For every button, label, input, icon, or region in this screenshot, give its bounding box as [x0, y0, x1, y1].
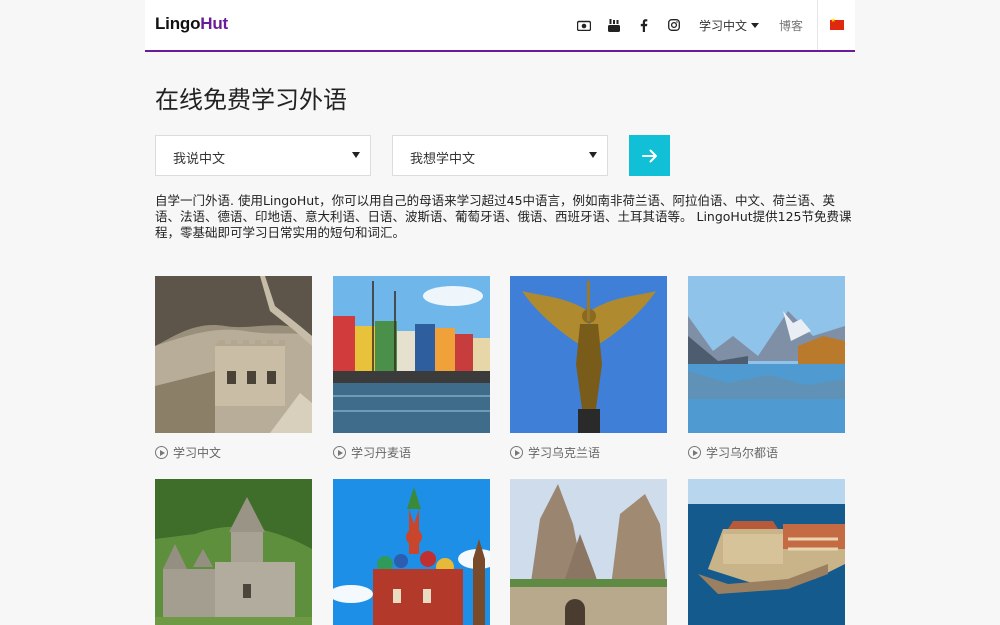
intro-description: 自学一门外语. 使用LingoHut，你可以用自己的母语来学习超过45中语言，例… [155, 193, 852, 240]
rock-fortress-image [510, 479, 667, 625]
facebook-icon[interactable] [629, 0, 659, 50]
golden-angel-statue-image [510, 276, 667, 433]
great-wall-image [155, 276, 312, 433]
play-icon [155, 446, 168, 459]
language-card[interactable] [333, 479, 490, 625]
dropdown-caret-icon [589, 152, 597, 158]
language-card[interactable] [510, 479, 667, 625]
language-menu-label: 学习中文 [698, 18, 747, 33]
header-nav: 学习中文 博客 [569, 0, 855, 50]
go-button[interactable] [629, 135, 670, 176]
st-basils-cathedral-image [333, 479, 490, 625]
language-flag-button[interactable] [817, 0, 855, 50]
speak-language-select[interactable]: 我说中文 [155, 135, 371, 176]
logo[interactable]: LingoHut [155, 14, 228, 34]
language-card-label: 学习丹麦语 [351, 446, 412, 460]
camera-icon[interactable] [569, 0, 599, 50]
learn-language-value: 我想学中文 [410, 152, 476, 167]
page-title: 在线免费学习外语 [155, 86, 347, 114]
language-card[interactable] [688, 479, 845, 625]
copenhagen-harbor-image [333, 276, 490, 433]
blog-link[interactable]: 博客 [779, 0, 817, 50]
dropdown-caret-icon [352, 152, 360, 158]
coastal-old-town-image [688, 479, 845, 625]
instagram-icon[interactable] [659, 0, 689, 50]
play-icon [510, 446, 523, 459]
language-card[interactable]: 学习丹麦语 [333, 276, 490, 461]
arrow-right-icon [641, 149, 657, 162]
language-card[interactable]: 学习乌克兰语 [510, 276, 667, 461]
china-flag-icon [829, 17, 844, 30]
language-card-label: 学习乌克兰语 [528, 446, 601, 460]
mountain-lake-image [688, 276, 845, 433]
logo-part2: Hut [200, 14, 228, 33]
youtube-icon[interactable] [599, 0, 629, 50]
page: LingoHut 学习中文 博客 在线免费学习外 [0, 0, 1000, 625]
play-icon [688, 446, 701, 459]
play-icon [333, 446, 346, 459]
language-card[interactable]: 学习乌尔都语 [688, 276, 845, 461]
speak-language-value: 我说中文 [173, 152, 226, 167]
site-header: LingoHut 学习中文 博客 [145, 0, 855, 52]
language-menu[interactable]: 学习中文 [699, 0, 759, 50]
language-card[interactable] [155, 479, 312, 625]
armenian-monastery-image [155, 479, 312, 625]
learn-language-select[interactable]: 我想学中文 [392, 135, 608, 176]
language-card-label: 学习乌尔都语 [706, 446, 779, 460]
language-card[interactable]: 学习中文 [155, 276, 312, 461]
language-card-label: 学习中文 [173, 446, 222, 460]
logo-part1: Lingo [155, 14, 201, 33]
chevron-down-icon [750, 22, 759, 28]
